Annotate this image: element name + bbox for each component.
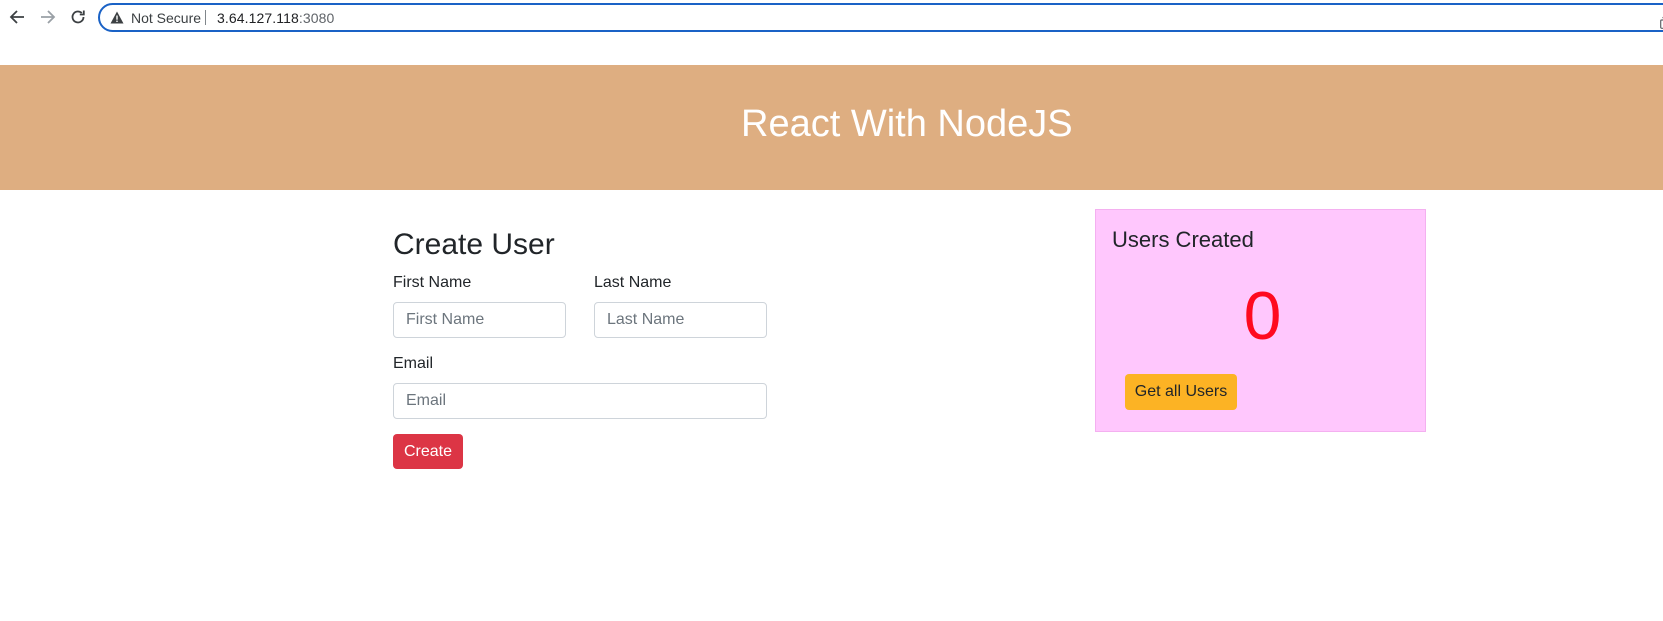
url-host: 3.64.127.118 (217, 10, 299, 26)
first-name-input[interactable] (393, 302, 566, 338)
forward-arrow-icon[interactable] (37, 6, 59, 28)
last-name-input[interactable] (594, 302, 767, 338)
reload-icon[interactable] (67, 6, 89, 28)
url-port: :3080 (298, 10, 335, 26)
email-input[interactable] (393, 383, 767, 419)
warning-icon[interactable] (110, 11, 124, 24)
email-label: Email (393, 355, 434, 372)
create-button[interactable]: Create (393, 434, 463, 469)
back-arrow-icon[interactable] (6, 6, 28, 28)
app-header: React With NodeJS (0, 65, 1663, 190)
url-text[interactable]: 3.64.127.118:3080 (217, 10, 334, 26)
form-heading: Create User (393, 228, 555, 261)
users-count-value: 0 (1243, 278, 1282, 354)
last-name-label: Last Name (594, 274, 672, 291)
browser-toolbar: Not Secure 3.64.127.118:3080 (0, 0, 1663, 36)
card-heading: Users Created (1112, 227, 1254, 252)
url-separator (205, 10, 206, 25)
users-count: 0 (1096, 276, 1427, 356)
security-status-label[interactable]: Not Secure (131, 10, 201, 26)
users-created-card: Users Created 0 Get all Users (1095, 209, 1426, 432)
get-all-users-button[interactable]: Get all Users (1125, 374, 1237, 410)
page-title: React With NodeJS (741, 103, 1073, 145)
address-bar[interactable]: Not Secure 3.64.127.118:3080 (98, 3, 1663, 32)
first-name-label: First Name (393, 274, 472, 291)
